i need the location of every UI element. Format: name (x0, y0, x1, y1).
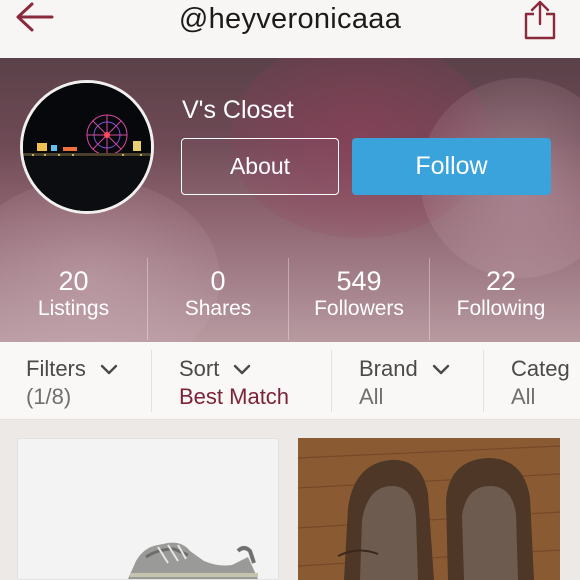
sort-dropdown[interactable]: Sort Best Match (179, 342, 329, 420)
stat-label: Followers (314, 297, 404, 320)
share-button[interactable] (520, 0, 560, 42)
brand-value: All (359, 384, 384, 409)
filter-label: Filters (26, 356, 86, 381)
stat-followers[interactable]: 549 Followers (289, 262, 429, 340)
stat-listings[interactable]: 20 Listings (0, 262, 147, 340)
stat-following[interactable]: 22 Following (430, 262, 572, 340)
stat-value: 22 (485, 266, 517, 296)
ferris-wheel-photo (23, 83, 151, 211)
listing-card[interactable] (17, 438, 279, 580)
chevron-down-icon (234, 364, 251, 375)
stat-label: Following (456, 297, 546, 320)
share-icon (524, 0, 556, 40)
about-button[interactable]: About (181, 138, 339, 195)
filter-name: Filters (26, 356, 118, 382)
brand-dropdown[interactable]: Brand All (359, 342, 479, 420)
sneaker-photo (18, 439, 278, 579)
brand-label: Brand (359, 356, 418, 381)
filter-divider (483, 350, 484, 412)
top-bar: @heyveronicaaa (0, 0, 580, 58)
avatar[interactable] (20, 80, 154, 214)
closet-name: V's Closet (182, 96, 294, 124)
category-label: Categ (511, 356, 570, 381)
listing-card[interactable] (298, 438, 560, 580)
category-dropdown[interactable]: Categ All (511, 342, 580, 420)
filter-name: Sort (179, 356, 251, 382)
stat-value: 0 (210, 266, 226, 296)
chevron-down-icon (432, 364, 450, 375)
filter-name: Brand (359, 356, 450, 382)
stat-value: 549 (336, 266, 382, 296)
stat-shares[interactable]: 0 Shares (148, 262, 288, 340)
follow-button[interactable]: Follow (352, 138, 551, 195)
sort-label: Sort (179, 356, 220, 381)
stat-label: Listings (37, 297, 110, 320)
chevron-down-icon (100, 364, 118, 375)
filter-divider (151, 350, 152, 412)
filters-dropdown[interactable]: Filters (1/8) (26, 342, 146, 420)
stat-label: Shares (184, 297, 252, 320)
category-value: All (511, 384, 536, 409)
sort-value: Best Match (179, 384, 290, 409)
page-title: @heyveronicaaa (178, 3, 402, 35)
filter-value: (1/8) (26, 384, 72, 409)
stat-value: 20 (58, 266, 89, 296)
moccasin-photo (298, 438, 560, 580)
filter-divider (331, 350, 332, 412)
filter-bar: Filters (1/8) Sort Best Match Brand All … (0, 342, 580, 420)
